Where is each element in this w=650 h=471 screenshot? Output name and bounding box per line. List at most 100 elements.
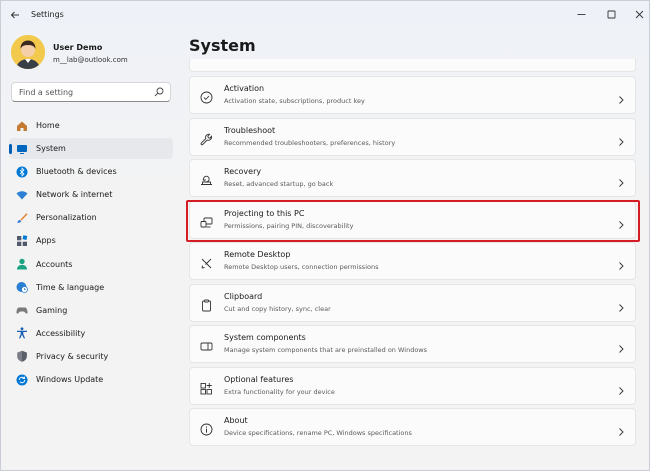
home-icon (15, 119, 29, 133)
bluetooth-icon (15, 165, 29, 179)
user-name: User Demo (53, 43, 103, 52)
projecting-icon (200, 214, 213, 227)
card-title: Troubleshoot (224, 125, 276, 135)
sidebar-item-personalization[interactable]: Personalization (9, 207, 173, 228)
card-title: About (224, 416, 248, 425)
card-title: System components (224, 333, 306, 342)
card-description: Cut and copy history, sync, clear (224, 304, 331, 313)
avatar-icon (11, 35, 45, 69)
card-description: Recommended troubleshooters, preferences… (224, 138, 396, 147)
card-remote-desktop[interactable]: Remote Desktop Remote Desktop users, con… (189, 242, 636, 280)
recovery-icon (200, 172, 213, 185)
sidebar-item-windows-update[interactable]: Windows Update (9, 369, 173, 390)
settings-list: Activation Activation state, subscriptio… (189, 59, 636, 463)
avatar (11, 35, 45, 69)
chevron-right-icon (617, 256, 625, 270)
sidebar-item-label: Apps (36, 236, 56, 246)
sidebar-item-label: Network & internet (36, 190, 113, 200)
sidebar-item-privacy[interactable]: Privacy & security (9, 346, 173, 367)
components-icon (200, 338, 213, 351)
sidebar-item-time-language[interactable]: Time & language (9, 277, 173, 298)
wifi-icon (15, 188, 29, 202)
sidebar-item-label: Time & language (36, 282, 105, 292)
sidebar-item-label: Accessibility (36, 328, 86, 338)
card-description: Permissions, pairing PIN, discoverabilit… (224, 221, 354, 230)
card-description: Reset, advanced startup, go back (224, 180, 334, 188)
user-email: m__lab@outlook.com (53, 56, 128, 64)
optional-features-icon (200, 380, 213, 394)
card-title: Clipboard (224, 291, 263, 301)
card-projecting-to-this-pc[interactable]: Projecting to this PC Permissions, pairi… (189, 200, 636, 239)
sidebar-item-label: Bluetooth & devices (36, 167, 117, 177)
sidebar-item-gaming[interactable]: Gaming (9, 300, 173, 321)
card-activation[interactable]: Activation Activation state, subscriptio… (189, 76, 636, 114)
sidebar-item-label: System (36, 144, 66, 154)
card-optional-features[interactable]: Optional features Extra functionality fo… (189, 366, 636, 405)
page-title: System (189, 36, 256, 55)
accessibility-icon (15, 326, 29, 340)
search-placeholder: Find a setting (19, 87, 74, 97)
chevron-right-icon (617, 422, 625, 436)
clipboard-icon (200, 297, 213, 311)
card-title: Projecting to this PC (224, 208, 305, 218)
remote-desktop-icon (200, 255, 213, 269)
shield-icon (15, 349, 29, 363)
card-title: Remote Desktop (224, 250, 291, 259)
search-input[interactable]: Find a setting (11, 82, 171, 102)
chevron-right-icon (617, 132, 625, 146)
chevron-right-icon (617, 339, 625, 353)
sidebar-item-label: Personalization (36, 213, 97, 223)
sidebar-item-label: Windows Update (36, 375, 104, 385)
search-icon (154, 87, 164, 97)
card-recovery[interactable]: Recovery Reset, advanced startup, go bac… (189, 159, 636, 197)
card-clipboard[interactable]: Clipboard Cut and copy history, sync, cl… (189, 283, 636, 322)
chevron-right-icon (617, 381, 625, 395)
chevron-right-icon (617, 173, 625, 187)
sidebar-item-bluetooth[interactable]: Bluetooth & devices (9, 161, 173, 182)
sidebar-item-label: Home (36, 121, 60, 130)
card-title: Activation (224, 84, 265, 93)
sidebar: User Demo m__lab@outlook.com Find a sett… (1, 29, 179, 469)
card-description: Remote Desktop users, connection permiss… (224, 263, 379, 271)
close-icon (635, 10, 643, 18)
brush-icon (15, 211, 29, 225)
sidebar-item-system[interactable]: System (9, 138, 173, 160)
wrench-icon (200, 131, 213, 145)
chevron-right-icon (617, 215, 625, 229)
maximize-icon (607, 10, 615, 18)
sidebar-item-accounts[interactable]: Accounts (9, 254, 173, 275)
monitor-icon (15, 142, 29, 156)
scrolled-card-edge (189, 59, 636, 72)
minimize-button[interactable] (567, 5, 595, 23)
card-title: Optional features (224, 374, 294, 384)
user-profile[interactable]: User Demo m__lab@outlook.com (11, 35, 171, 75)
sidebar-item-accessibility[interactable]: Accessibility (9, 323, 173, 344)
card-system-components[interactable]: System components Manage system componen… (189, 325, 636, 363)
check-circle-icon (200, 89, 213, 104)
close-button[interactable] (625, 5, 650, 23)
sidebar-item-home[interactable]: Home (9, 115, 173, 136)
gamepad-icon (15, 303, 29, 317)
info-icon (200, 421, 213, 436)
card-about[interactable]: About Device specifications, rename PC, … (189, 408, 636, 446)
app-title: Settings (31, 10, 64, 19)
minimize-icon (577, 13, 585, 15)
update-icon (15, 373, 29, 387)
sidebar-item-label: Gaming (36, 305, 68, 315)
card-description: Activation state, subscriptions, product… (224, 97, 365, 105)
sidebar-item-label: Accounts (36, 259, 73, 269)
sidebar-item-label: Privacy & security (36, 351, 109, 361)
card-title: Recovery (224, 167, 262, 176)
sidebar-item-network[interactable]: Network & internet (9, 184, 173, 205)
apps-icon (15, 234, 29, 248)
arrow-left-icon (10, 11, 19, 19)
card-description: Manage system components that are preins… (224, 346, 427, 354)
chevron-right-icon (617, 298, 625, 312)
back-button[interactable] (7, 7, 23, 23)
person-icon (15, 257, 29, 271)
card-troubleshoot[interactable]: Troubleshoot Recommended troubleshooters… (189, 117, 636, 156)
sidebar-item-apps[interactable]: Apps (9, 230, 173, 251)
sidebar-nav: Home System Bluetooth & devices Network … (9, 115, 173, 392)
globe-clock-icon (15, 280, 29, 294)
maximize-button[interactable] (597, 5, 625, 23)
